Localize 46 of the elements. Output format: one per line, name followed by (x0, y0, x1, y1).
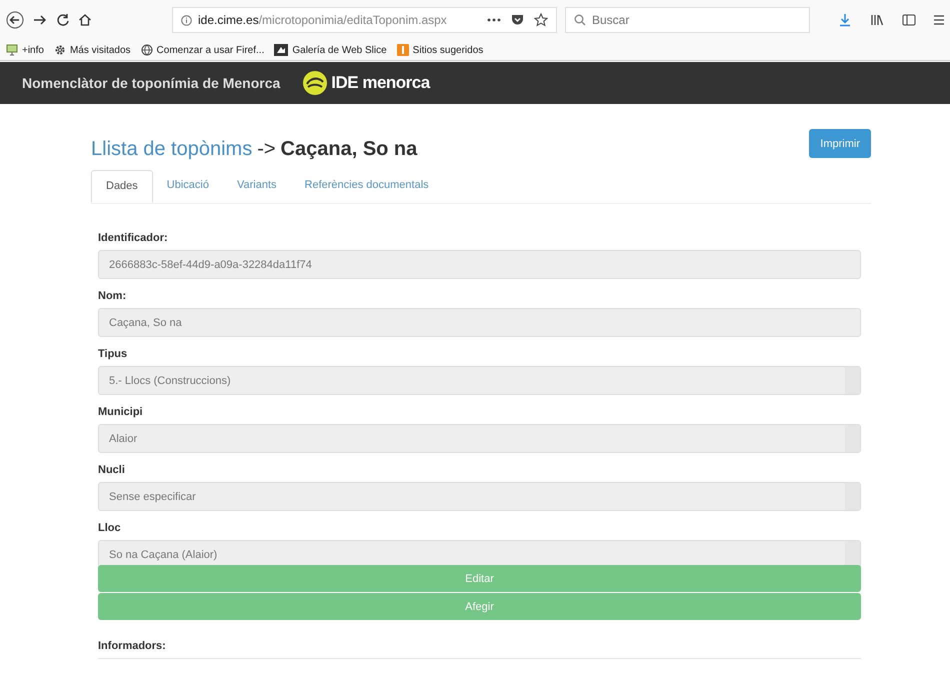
sidebar-icon[interactable] (902, 14, 916, 26)
image-icon (274, 44, 288, 56)
star-icon[interactable] (534, 13, 548, 27)
action-button[interactable]: Editar (98, 565, 861, 592)
input-field[interactable]: Caçana, So na (98, 308, 861, 337)
field-label: Identificador: (98, 232, 169, 245)
dropdown[interactable]: Sense especificar (98, 482, 861, 511)
tab[interactable]: Variants (222, 170, 291, 203)
globe-icon (140, 44, 153, 56)
address-bar[interactable]: ide.cime.es/microtoponimia/editaToponim.aspx (172, 7, 557, 33)
more-icon[interactable] (487, 18, 501, 22)
field-label: Tipus (98, 348, 128, 361)
site-title: Nomenclàtor de toponímia de Menorca (22, 75, 280, 91)
action-button[interactable]: Afegir (98, 593, 861, 620)
field-label: Lloc (98, 522, 122, 535)
pocket-icon[interactable] (511, 14, 524, 26)
tab[interactable]: Dades (91, 170, 153, 203)
download-icon[interactable] (838, 13, 852, 27)
url-text: ide.cime.es/microtoponimia/editaToponim.aspx (198, 13, 448, 27)
bookmark-label[interactable]: +info (22, 44, 44, 56)
dropdown[interactable]: Alaior (98, 424, 861, 453)
bookmark-label[interactable]: Más visitados (70, 44, 131, 56)
page-heading: Caçana, So na (280, 138, 418, 160)
breadcrumb-link[interactable]: Llista de topònims (91, 138, 252, 160)
field-label: Informadors: (98, 640, 167, 653)
dropdown[interactable]: 5.- Llocs (Construccions) (98, 366, 861, 395)
breadcrumb-separator: -> (257, 138, 276, 160)
info-icon (181, 14, 192, 26)
search-field[interactable]: Buscar (565, 7, 810, 33)
tab[interactable]: Ubicació (152, 170, 223, 203)
bookmark-label[interactable]: Comenzar a usar Firef... (156, 44, 264, 56)
field-label: Nucli (98, 464, 126, 477)
tab[interactable]: Referències documentals (290, 170, 443, 203)
menu-icon[interactable] (934, 14, 944, 26)
bookmark-label[interactable]: Sitios sugeridos (412, 44, 484, 56)
logo-icon (302, 70, 328, 96)
field-label: Nom: (98, 290, 128, 303)
monitor-icon (6, 44, 18, 56)
logo-text: IDE menorca (331, 73, 430, 93)
print-button[interactable]: Imprimir (809, 129, 871, 158)
gear-icon (54, 44, 66, 56)
library-icon[interactable] (870, 13, 884, 27)
bookmark-icon (396, 44, 409, 56)
field-label: Municipi (98, 406, 144, 419)
bookmark-label[interactable]: Galería de Web Slice (292, 44, 387, 56)
input-field[interactable]: 2666883c-58ef-44d9-a09a-32284da11f74 (98, 250, 861, 279)
